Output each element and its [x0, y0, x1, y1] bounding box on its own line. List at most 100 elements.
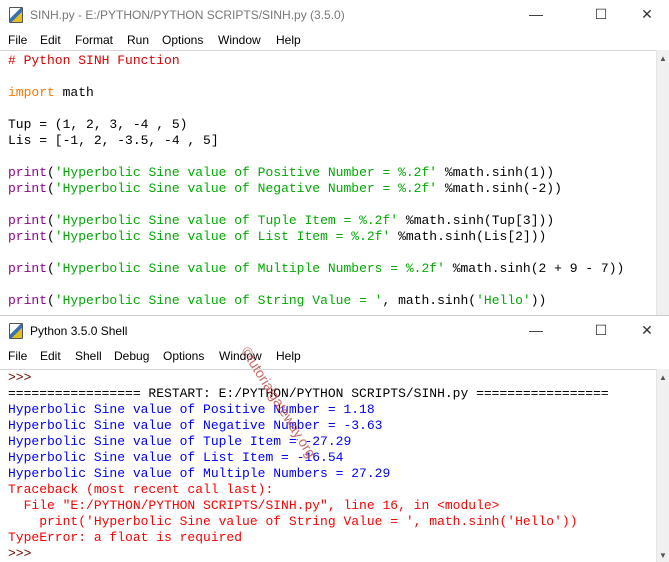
token-error: Traceback (most recent call last):	[8, 482, 274, 497]
menu-options[interactable]: Options	[163, 349, 204, 363]
editor-menubar: File Edit Format Run Options Window Help	[0, 30, 669, 50]
token-error: TypeError: a float is required	[8, 530, 243, 545]
token-builtin: print	[8, 165, 48, 180]
menu-help[interactable]: Help	[276, 33, 301, 47]
token-string: 'Hyperbolic Sine value of Tuple Item = %…	[54, 213, 399, 228]
code-line: Hyperbolic Sine value of Positive Number…	[0, 402, 656, 418]
code-line: # Python SINH Function	[0, 53, 656, 69]
close-button[interactable]: ✕	[637, 322, 657, 339]
token-string: 'Hyperbolic Sine value of Positive Numbe…	[54, 165, 438, 180]
token-builtin: print	[8, 261, 48, 276]
shell-window: Python 3.5.0 Shell — ☐ ✕ File Edit Shell De…	[0, 315, 669, 562]
token-default: (	[47, 261, 55, 276]
code-line: ================= RESTART: E:/PYTHON/PYT…	[0, 386, 656, 402]
code-line: TypeError: a float is required	[0, 530, 656, 546]
token-default: %math.sinh(-2))	[437, 181, 562, 196]
token-default: (	[47, 229, 55, 244]
code-line: Hyperbolic Sine value of Negative Number…	[0, 418, 656, 434]
shell-scrollbar[interactable]: ▲ ▼	[656, 369, 669, 562]
menu-debug[interactable]: Debug	[114, 349, 149, 363]
code-line: print('Hyperbolic Sine value of Multiple…	[0, 261, 656, 277]
menu-edit[interactable]: Edit	[40, 33, 61, 47]
token-default: math	[54, 85, 94, 100]
token-prompt: >>>	[8, 370, 32, 385]
token-default: ))	[530, 293, 547, 308]
python-shell-icon	[9, 323, 23, 339]
token-error: File "E:/PYTHON/PYTHON SCRIPTS/SINH.py",…	[8, 498, 500, 513]
token-keyword: import	[8, 85, 55, 100]
scroll-up-icon[interactable]: ▲	[659, 54, 667, 63]
minimize-button[interactable]: —	[526, 322, 546, 338]
code-line: >>>	[0, 546, 656, 562]
maximize-button[interactable]: ☐	[591, 322, 611, 339]
token-default: (	[47, 181, 55, 196]
code-line: print('Hyperbolic Sine value of Tuple It…	[0, 213, 656, 229]
shell-titlebar: Python 3.5.0 Shell — ☐ ✕	[0, 316, 669, 346]
token-default: (	[47, 293, 55, 308]
menu-file[interactable]: File	[8, 33, 27, 47]
token-string: 'Hello'	[476, 293, 531, 308]
code-line: print('Hyperbolic Sine value of List Ite…	[0, 229, 656, 245]
shell-output[interactable]: >>> ================= RESTART: E:/PYTHON/…	[0, 369, 656, 562]
code-line: print('Hyperbolic Sine value of String V…	[0, 293, 656, 309]
code-line: Hyperbolic Sine value of List Item = -16…	[0, 450, 656, 466]
token-string: 'Hyperbolic Sine value of Negative Numbe…	[54, 181, 438, 196]
code-line: Lis = [-1, 2, -3.5, -4 , 5]	[0, 133, 656, 149]
code-line: File "E:/PYTHON/PYTHON SCRIPTS/SINH.py",…	[0, 498, 656, 514]
menu-help[interactable]: Help	[276, 349, 301, 363]
token-builtin: print	[8, 181, 48, 196]
menu-format[interactable]: Format	[75, 33, 113, 47]
minimize-button[interactable]: —	[526, 6, 546, 22]
shell-title: Python 3.5.0 Shell	[30, 324, 128, 338]
menu-edit[interactable]: Edit	[40, 349, 61, 363]
idle-file-icon	[9, 7, 23, 23]
token-builtin: print	[8, 293, 48, 308]
token-string: 'Hyperbolic Sine value of Multiple Numbe…	[54, 261, 445, 276]
menu-shell[interactable]: Shell	[75, 349, 102, 363]
menu-window[interactable]: Window	[218, 33, 261, 47]
token-builtin: print	[8, 229, 48, 244]
token-string: 'Hyperbolic Sine value of String Value =…	[54, 293, 383, 308]
close-button[interactable]: ✕	[637, 6, 657, 23]
code-line: Hyperbolic Sine value of Multiple Number…	[0, 466, 656, 482]
editor-scrollbar[interactable]: ▲	[656, 50, 669, 315]
token-default: (	[47, 165, 55, 180]
code-line: print('Hyperbolic Sine value of Positive…	[0, 165, 656, 181]
code-line: import math	[0, 85, 656, 101]
token-prompt: >>>	[8, 546, 32, 561]
code-line: Traceback (most recent call last):	[0, 482, 656, 498]
token-output: Hyperbolic Sine value of List Item = -16…	[8, 450, 344, 465]
code-editor[interactable]: # Python SINH Function import math Tup = (…	[0, 50, 656, 315]
menu-options[interactable]: Options	[162, 33, 203, 47]
token-comment: # Python SINH Function	[8, 53, 180, 68]
token-default: ================= RESTART: E:/PYTHON/PYT…	[8, 386, 609, 401]
token-output: Hyperbolic Sine value of Positive Number…	[8, 402, 375, 417]
menu-file[interactable]: File	[8, 349, 27, 363]
token-builtin: print	[8, 213, 48, 228]
scroll-up-icon[interactable]: ▲	[659, 373, 667, 382]
editor-title: SINH.py - E:/PYTHON/PYTHON SCRIPTS/SINH.…	[30, 8, 345, 22]
menu-run[interactable]: Run	[127, 33, 149, 47]
code-line: print('Hyperbolic Sine value of String V…	[0, 514, 656, 530]
token-string: 'Hyperbolic Sine value of List Item = %.…	[54, 229, 391, 244]
editor-titlebar: SINH.py - E:/PYTHON/PYTHON SCRIPTS/SINH.…	[0, 0, 669, 30]
token-default: %math.sinh(Tup[3]))	[398, 213, 555, 228]
token-default: %math.sinh(1))	[437, 165, 555, 180]
token-default: Tup = (1, 2, 3, -4 , 5)	[8, 117, 188, 132]
scroll-down-icon[interactable]: ▼	[659, 551, 667, 560]
token-output: Hyperbolic Sine value of Negative Number…	[8, 418, 383, 433]
token-default: Lis = [-1, 2, -3.5, -4 , 5]	[8, 133, 219, 148]
editor-window: SINH.py - E:/PYTHON/PYTHON SCRIPTS/SINH.…	[0, 0, 669, 315]
token-default: %math.sinh(2 + 9 - 7))	[444, 261, 625, 276]
code-line: Tup = (1, 2, 3, -4 , 5)	[0, 117, 656, 133]
maximize-button[interactable]: ☐	[591, 6, 611, 23]
token-output: Hyperbolic Sine value of Multiple Number…	[8, 466, 391, 481]
code-line: print('Hyperbolic Sine value of Negative…	[0, 181, 656, 197]
code-line: >>>	[0, 370, 656, 386]
